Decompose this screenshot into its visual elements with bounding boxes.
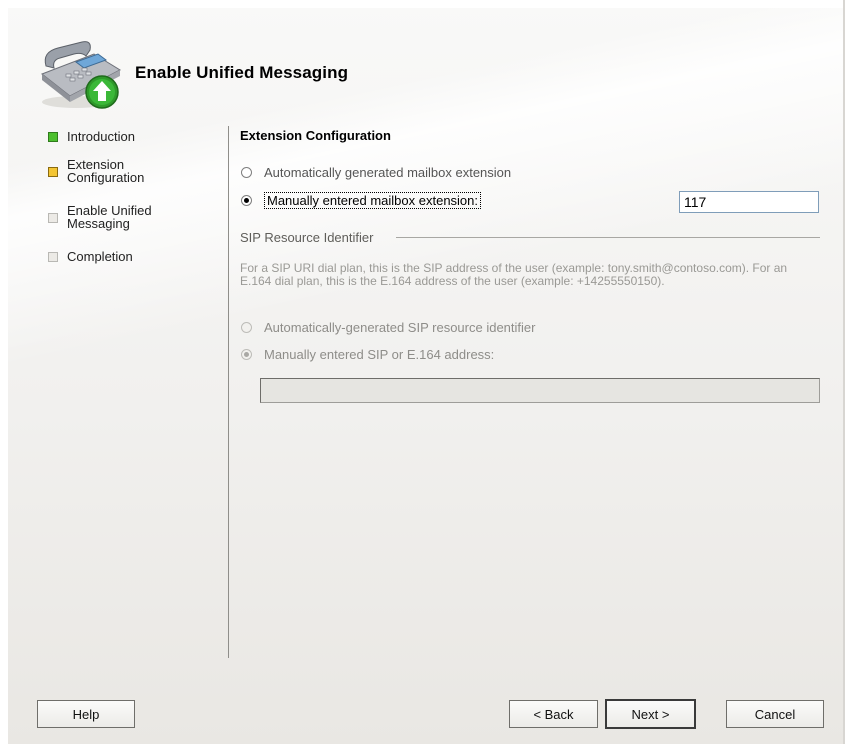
manual-sip-label: Manually entered SIP or E.164 address: [264,347,495,362]
phone-upgrade-icon [40,41,122,109]
step-introduction: Introduction [48,130,187,143]
sip-address-field[interactable] [260,378,820,403]
auto-sip-label: Automatically-generated SIP resource ide… [264,320,536,335]
step-pending-icon [48,252,58,262]
auto-sip-option[interactable]: Automatically-generated SIP resource ide… [241,320,535,335]
extension-field[interactable] [679,191,819,213]
window-left-edge [0,0,8,744]
back-button[interactable]: < Back [509,700,598,728]
manual-extension-option[interactable]: Manually entered mailbox extension: [241,192,482,209]
step-label: Enable Unified Messaging [67,203,152,231]
step-label: Introduction [67,129,135,144]
step-label: Completion [67,249,133,264]
sip-group-label: SIP Resource Identifier [240,230,374,245]
manual-sip-radio[interactable] [241,349,252,360]
help-button[interactable]: Help [37,700,135,728]
wizard-dialog: Enable Unified Messaging Introduction Ex… [0,0,845,744]
step-current-icon [48,167,58,177]
manual-sip-option[interactable]: Manually entered SIP or E.164 address: [241,347,494,362]
cancel-button[interactable]: Cancel [726,700,824,728]
sip-group-line [396,237,820,238]
step-label: Extension Configuration [67,157,145,185]
manual-extension-radio[interactable] [241,195,252,206]
next-button[interactable]: Next > [605,699,696,729]
manual-extension-label: Manually entered mailbox extension: [264,192,482,209]
section-title: Extension Configuration [240,128,391,143]
window-top-edge [0,0,845,8]
step-pending-icon [48,213,58,223]
step-enable-unified-messaging: Enable Unified Messaging [48,204,167,230]
auto-extension-option[interactable]: Automatically generated mailbox extensio… [241,165,511,180]
sip-help-text: For a SIP URI dial plan, this is the SIP… [240,261,788,288]
step-done-icon [48,132,58,142]
step-completion: Completion [48,250,187,263]
wizard-title: Enable Unified Messaging [135,63,349,82]
auto-extension-radio[interactable] [241,167,252,178]
auto-extension-label: Automatically generated mailbox extensio… [264,165,512,180]
step-extension-configuration: Extension Configuration [48,158,162,184]
nav-divider [228,126,229,658]
auto-sip-radio[interactable] [241,322,252,333]
